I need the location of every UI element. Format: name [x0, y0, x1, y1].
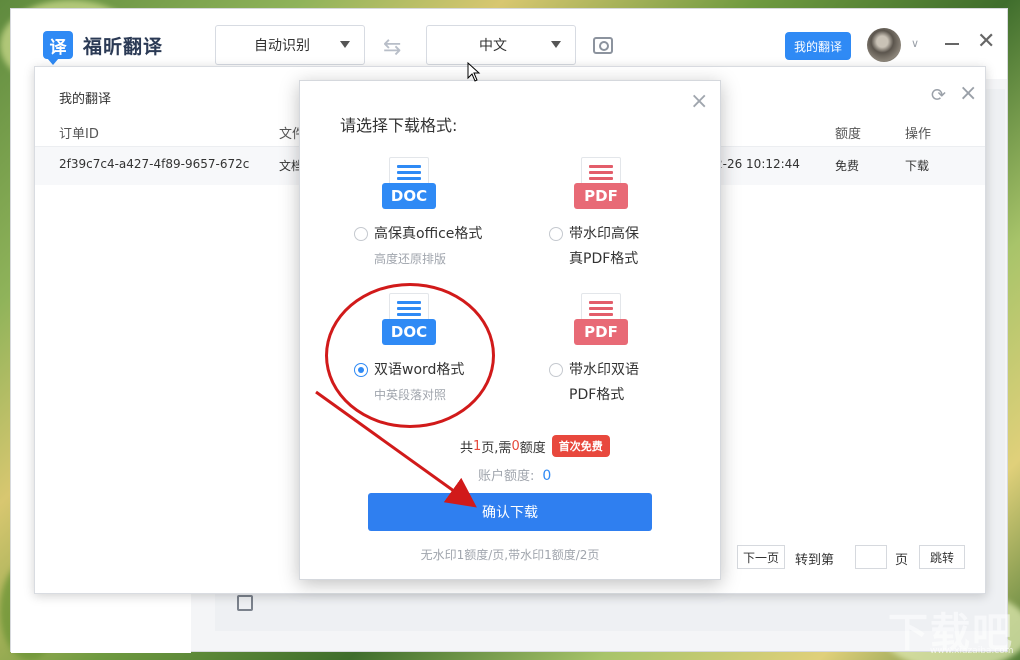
pdf-file-icon: PDF	[574, 157, 628, 215]
target-language-value: 中文	[479, 38, 507, 54]
option-label-line2: 真PDF格式	[569, 251, 639, 267]
time-cell: 2-26 10:12:44	[715, 157, 800, 171]
close-icon[interactable]: ✕	[977, 31, 995, 53]
radio-office-format[interactable]	[354, 227, 368, 241]
pricing-note: 无水印1额度/页,带水印1额度/2页	[420, 548, 600, 562]
minimize-icon[interactable]	[945, 43, 959, 45]
pdf-file-icon: PDF	[574, 293, 628, 351]
app-logo: 译 福昕翻译	[43, 31, 164, 65]
avatar[interactable]	[867, 28, 901, 62]
doc-file-icon: DOC	[382, 157, 436, 215]
option-label-line1: 带水印高保	[569, 226, 639, 242]
my-translations-button[interactable]: 我的翻译	[785, 32, 851, 60]
column-header-quota: 额度	[835, 127, 862, 142]
pdf-tag: PDF	[574, 319, 628, 345]
highlight-circle	[325, 283, 495, 428]
option-description: 高度还原排版	[374, 252, 447, 266]
camera-icon[interactable]	[593, 37, 613, 54]
first-free-badge: 首次免费	[551, 435, 610, 457]
summary-text: 共	[460, 440, 474, 456]
swap-languages-icon[interactable]: ⇆	[383, 35, 401, 60]
summary-text: 额度	[519, 440, 546, 456]
option-label-line1: 带水印双语	[569, 362, 639, 378]
account-balance: 账户额度: 0	[478, 465, 551, 484]
refresh-icon[interactable]: ⟳	[931, 85, 946, 106]
page-number-input[interactable]	[855, 545, 887, 569]
balance-value: 0	[542, 468, 552, 484]
quota-cost: 0	[511, 438, 520, 454]
page-unit-label: 页	[895, 553, 909, 568]
watermark-url: www.xiazaiba.com	[930, 646, 1014, 656]
dialog-title: 我的翻译	[59, 92, 112, 107]
option-bilingual-pdf[interactable]: 带水印双语 PDF格式	[549, 358, 639, 408]
option-label: 高保真office格式	[374, 226, 483, 242]
close-icon[interactable]: ×	[959, 81, 977, 106]
balance-label: 账户额度:	[478, 469, 535, 484]
option-label: 带水印双语 PDF格式	[569, 358, 639, 408]
source-language-value: 自动识别	[254, 38, 310, 54]
option-office-format[interactable]: 高保真office格式	[354, 222, 482, 247]
column-header-order-id: 订单ID	[59, 127, 99, 142]
column-header-action: 操作	[905, 127, 932, 142]
quota-cell: 免费	[835, 159, 860, 173]
cost-summary: 共 1 页,需 0 额度 首次免费	[460, 435, 610, 457]
chevron-down-icon[interactable]: ∨	[911, 37, 919, 50]
option-label-line2: PDF格式	[569, 387, 625, 403]
doc-tag: DOC	[382, 183, 436, 209]
next-page-button[interactable]: 下一页	[737, 545, 785, 569]
confirm-download-button[interactable]: 确认下载	[368, 493, 652, 531]
app-name: 福昕翻译	[83, 35, 164, 58]
chevron-down-icon	[340, 41, 350, 48]
close-icon[interactable]: ×	[690, 89, 708, 114]
summary-text: 页,需	[481, 440, 512, 456]
option-label: 带水印高保 真PDF格式	[569, 222, 639, 272]
mouse-cursor-icon	[467, 62, 481, 82]
goto-page-label: 转到第	[795, 553, 835, 568]
order-id-cell: 2f39c7c4-a427-4f89-9657-672c	[59, 157, 250, 171]
chevron-down-icon	[551, 41, 561, 48]
page-count: 1	[473, 438, 482, 454]
logo-icon: 译	[43, 31, 73, 65]
radio-watermark-pdf[interactable]	[549, 227, 563, 241]
download-link[interactable]: 下载	[905, 157, 929, 174]
source-language-select[interactable]: 自动识别	[215, 25, 365, 65]
radio-bilingual-pdf[interactable]	[549, 363, 563, 377]
jump-button[interactable]: 跳转	[919, 545, 965, 569]
modal-title: 请选择下载格式:	[340, 116, 458, 135]
option-watermark-pdf[interactable]: 带水印高保 真PDF格式	[549, 222, 639, 272]
target-language-select[interactable]: 中文	[426, 25, 576, 65]
document-icon[interactable]	[237, 595, 253, 611]
pdf-tag: PDF	[574, 183, 628, 209]
